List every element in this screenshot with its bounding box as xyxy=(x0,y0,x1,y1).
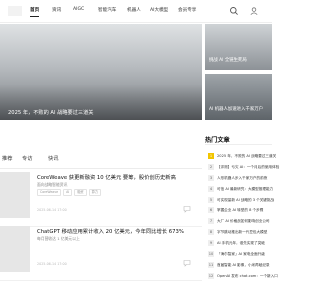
article-summary: 面向战略智能资讯 xyxy=(37,182,68,187)
tab-recommend[interactable]: 推荐 xyxy=(2,155,12,162)
article-card[interactable]: CoreWeave 获更新融资 10 亿美元 要筹，股价创历史新高 面向战略智能… xyxy=(0,168,202,227)
top-navigation: 首页 资讯 AIGC 智能汽车 机器人 AI大模型 会员专享 xyxy=(0,0,272,23)
article-thumbnail[interactable] xyxy=(0,226,30,272)
hot-articles-list: 1 2025 年，不败的 AI 战略要过三道关 2 【评测】亏欠 AI：一个月后的使… xyxy=(205,151,279,282)
rank-badge: 4 xyxy=(208,185,214,192)
hot-article-title[interactable]: 可实现量新 AI 战略的 3 个关键挑战 xyxy=(217,197,274,203)
rank-badge: 6 xyxy=(208,207,214,214)
nav-member[interactable]: 会员专享 xyxy=(178,7,196,13)
hot-article-title[interactable]: 人形机器人步入千家万户的前夜 xyxy=(217,175,267,181)
side-feature-card[interactable]: 挑战 AI 全链生死局 xyxy=(205,24,272,70)
divider xyxy=(205,144,272,145)
rank-badge: 7 xyxy=(208,218,214,225)
hot-article-title[interactable]: AI 手机元年，谁先实现了突破 xyxy=(217,240,265,246)
article-summary: 每月营收达 1 亿美元以上 xyxy=(37,236,80,241)
hot-article-title[interactable]: 字节跳动推出新一代豆包大模型 xyxy=(217,229,267,235)
hot-article-item[interactable]: 12 OpenAI 发布 chat.com：一个新入口 xyxy=(205,271,278,282)
rank-badge: 3 xyxy=(208,174,214,181)
hot-article-item[interactable]: 2 【评测】亏欠 AI：一个月后的使用体验 xyxy=(205,162,279,173)
rank-badge: 8 xyxy=(208,229,214,236)
article-date: 2025-06-14 17:00 xyxy=(37,208,67,212)
hot-article-item[interactable]: 4 可信 AI 最新研究：大模型推理能力 xyxy=(205,184,273,195)
rank-badge: 5 xyxy=(208,196,214,203)
rank-badge: 2 xyxy=(208,163,214,170)
side-feature-title[interactable]: 挑战 AI 全链生死局 xyxy=(209,57,247,63)
hero-banner[interactable]: 2025 年，不败的 AI 战略要过三道关 xyxy=(0,24,202,120)
hot-articles-heading: 热门文章 xyxy=(205,137,230,144)
rank-badge: 1 xyxy=(208,153,214,159)
hot-article-item[interactable]: 8 字节跳动推出新一代豆包大模型 xyxy=(205,227,272,238)
rank-badge: 10 xyxy=(208,251,214,258)
hot-article-item[interactable]: 7 大厂 AI 价格战如何影响创业公司 xyxy=(205,216,272,227)
hot-article-title[interactable]: 掌握企业 AI 转型的 8 个步骤 xyxy=(217,207,263,213)
user-icon[interactable] xyxy=(249,6,259,16)
nav-ai-models[interactable]: AI大模型 xyxy=(150,7,168,13)
article-tags: CoreWeave AI 融资 算力 xyxy=(37,189,101,196)
hot-article-item[interactable]: 1 2025 年，不败的 AI 战略要过三道关 xyxy=(205,151,276,162)
tab-flash[interactable]: 快讯 xyxy=(48,155,58,162)
site-logo[interactable] xyxy=(8,6,22,16)
article-date: 2025-06-14 17:00 xyxy=(37,262,67,266)
article-tag[interactable]: CoreWeave xyxy=(37,189,62,196)
rank-badge: 11 xyxy=(208,261,214,268)
article-title[interactable]: CoreWeave 获更新融资 10 亿美元 要筹，股价创历史新高 xyxy=(37,173,176,181)
article-card[interactable]: ChatGPT 移动应用累计收入 20 亿美元，今年同比增长 673% 每月营收… xyxy=(0,222,202,281)
search-icon[interactable] xyxy=(229,6,239,16)
nav-robot[interactable]: 机器人 xyxy=(127,7,141,13)
article-tag[interactable]: AI xyxy=(63,189,73,196)
hot-article-title[interactable]: 可信 AI 最新研究：大模型推理能力 xyxy=(217,186,273,192)
hot-article-item[interactable]: 10 「海尔智家」AI 家电全面升级 xyxy=(205,249,272,260)
hero-title[interactable]: 2025 年，不败的 AI 战略要过三道关 xyxy=(8,109,93,116)
hot-article-item[interactable]: 6 掌握企业 AI 转型的 8 个步骤 xyxy=(205,205,272,216)
comment-icon[interactable] xyxy=(183,259,191,267)
hot-article-item[interactable]: 3 人形机器人步入千家万户的前夜 xyxy=(205,173,272,184)
tab-interview[interactable]: 专访 xyxy=(22,155,32,162)
article-tag[interactable]: 融资 xyxy=(74,189,87,196)
article-title[interactable]: ChatGPT 移动应用累计收入 20 亿美元，今年同比增长 673% xyxy=(37,227,184,235)
nav-home[interactable]: 首页 xyxy=(30,7,40,17)
side-feature-card[interactable]: AI 机器人加速进入千家万户 xyxy=(205,74,272,120)
comment-icon[interactable] xyxy=(183,205,191,213)
side-feature-title[interactable]: AI 机器人加速进入千家万户 xyxy=(209,106,263,112)
nav-news[interactable]: 资讯 xyxy=(52,7,61,13)
hot-article-title[interactable]: 首届智能 AI 影像，小米再破纪录 xyxy=(217,262,270,268)
hot-article-title[interactable]: 【评测】亏欠 AI：一个月后的使用体验 xyxy=(217,164,279,170)
rank-badge: 9 xyxy=(208,240,214,247)
rank-badge: 12 xyxy=(208,272,214,279)
hot-article-item[interactable]: 11 首届智能 AI 影像，小米再破纪录 xyxy=(205,260,272,271)
hot-article-title[interactable]: OpenAI 发布 chat.com：一个新入口 xyxy=(217,273,278,279)
article-thumbnail[interactable] xyxy=(0,172,30,218)
hot-article-item[interactable]: 9 AI 手机元年，谁先实现了突破 xyxy=(205,238,272,249)
content-tabs: 推荐 专访 快讯 xyxy=(0,148,202,169)
article-tag[interactable]: 算力 xyxy=(88,189,101,196)
hot-article-title[interactable]: 大厂 AI 价格战如何影响创业公司 xyxy=(217,218,270,224)
hot-article-title[interactable]: 2025 年，不败的 AI 战略要过三道关 xyxy=(217,153,276,159)
hot-article-item[interactable]: 5 可实现量新 AI 战略的 3 个关键挑战 xyxy=(205,195,274,206)
nav-smart-car[interactable]: 智能汽车 xyxy=(98,7,116,13)
nav-aigc[interactable]: AIGC xyxy=(73,7,84,12)
hot-article-title[interactable]: 「海尔智家」AI 家电全面升级 xyxy=(217,251,265,257)
